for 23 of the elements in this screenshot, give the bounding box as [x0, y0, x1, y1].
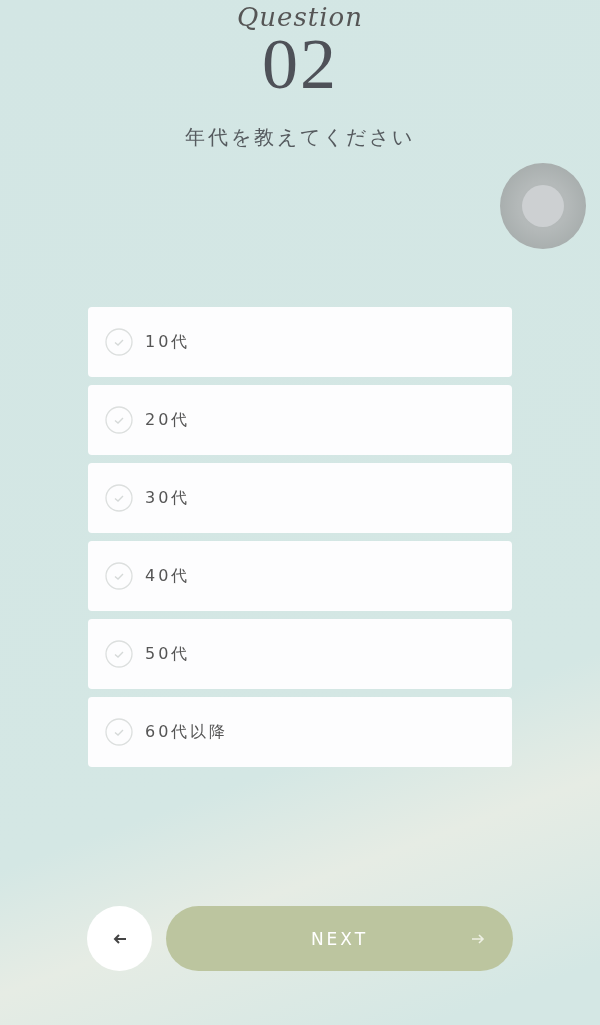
answer-option[interactable]: 10代	[88, 307, 512, 377]
check-circle-icon	[105, 718, 133, 746]
question-label: Question	[237, 2, 363, 32]
option-label: 20代	[145, 409, 191, 431]
check-circle-icon	[105, 484, 133, 512]
option-label: 30代	[145, 487, 191, 509]
question-text: 年代を教えてください	[185, 124, 415, 151]
answer-option[interactable]: 30代	[88, 463, 512, 533]
option-label: 10代	[145, 331, 191, 353]
answer-option[interactable]: 60代以降	[88, 697, 512, 767]
option-label: 40代	[145, 565, 191, 587]
check-circle-icon	[105, 640, 133, 668]
arrow-right-icon	[471, 934, 485, 944]
arrow-left-icon	[112, 933, 127, 944]
answer-option[interactable]: 40代	[88, 541, 512, 611]
option-label: 50代	[145, 643, 191, 665]
question-number: 02	[262, 32, 338, 96]
option-label: 60代以降	[145, 721, 229, 743]
check-circle-icon	[105, 562, 133, 590]
check-circle-icon	[105, 328, 133, 356]
answer-option[interactable]: 50代	[88, 619, 512, 689]
check-circle-icon	[105, 406, 133, 434]
answer-option[interactable]: 20代	[88, 385, 512, 455]
